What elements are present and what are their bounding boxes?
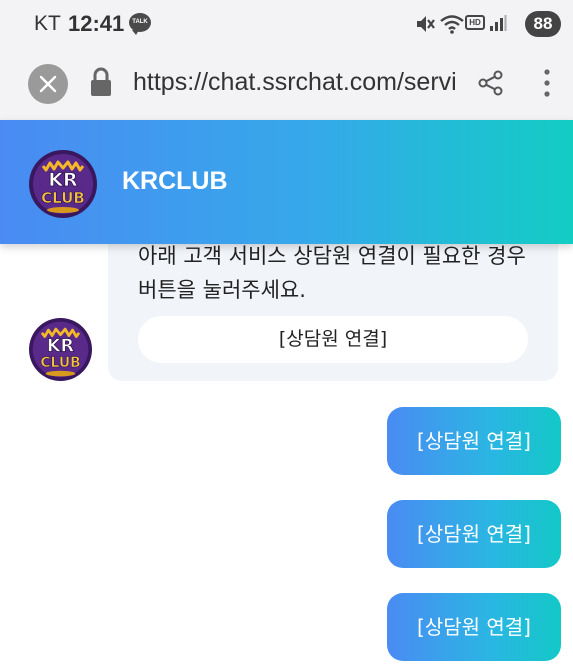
bot-avatar: KR CLUB (29, 318, 92, 381)
browser-toolbar: https://chat.ssrchat.com/service (0, 48, 573, 120)
chat-header: KR CLUB KRCLUB (0, 120, 573, 244)
bot-message-line: 버튼을 눌러주세요. (138, 278, 306, 302)
close-icon (39, 75, 57, 93)
connect-agent-button[interactable]: [상담원 연결] (138, 316, 528, 363)
svg-text:CLUB: CLUB (41, 189, 85, 207)
svg-text:CLUB: CLUB (40, 355, 80, 371)
user-message-bubble: [상담원 연결] (387, 407, 561, 475)
status-bar: KT 12:41 TALK HD 88 (0, 0, 573, 48)
mute-icon (417, 16, 435, 32)
url-bar[interactable]: https://chat.ssrchat.com/service (133, 68, 455, 97)
bot-message-line: 아래 고객 서비스 상담원 연결이 필요한 경우 (138, 244, 526, 268)
lock-icon[interactable] (89, 66, 113, 98)
more-options-icon[interactable] (540, 68, 554, 98)
user-message-bubble: [상담원 연결] (387, 500, 561, 568)
status-icons: HD 88 (401, 10, 561, 38)
svg-text:KR: KR (48, 169, 78, 191)
svg-text:KR: KR (47, 336, 75, 356)
chat-title: KRCLUB (122, 167, 228, 195)
kakaotalk-notification-icon: TALK (129, 13, 151, 35)
hd-voice-icon: HD (465, 15, 485, 30)
wifi-icon (440, 15, 464, 34)
carrier-label: KT (34, 12, 61, 35)
close-tab-button[interactable] (28, 64, 68, 104)
status-time: 12:41 (68, 11, 125, 36)
signal-icon (490, 15, 507, 31)
chat-messages[interactable]: KR CLUB 아래 고객 서비스 상담원 연결이 필요한 경우 버튼을 눌러주… (0, 244, 573, 672)
bot-message-bubble: 아래 고객 서비스 상담원 연결이 필요한 경우 버튼을 눌러주세요. [상담원… (108, 244, 558, 381)
battery-icon: 88 (525, 11, 561, 37)
krclub-logo-avatar: KR CLUB (29, 150, 97, 218)
share-icon[interactable] (477, 69, 505, 97)
user-message-bubble: [상담원 연결] (387, 593, 561, 661)
